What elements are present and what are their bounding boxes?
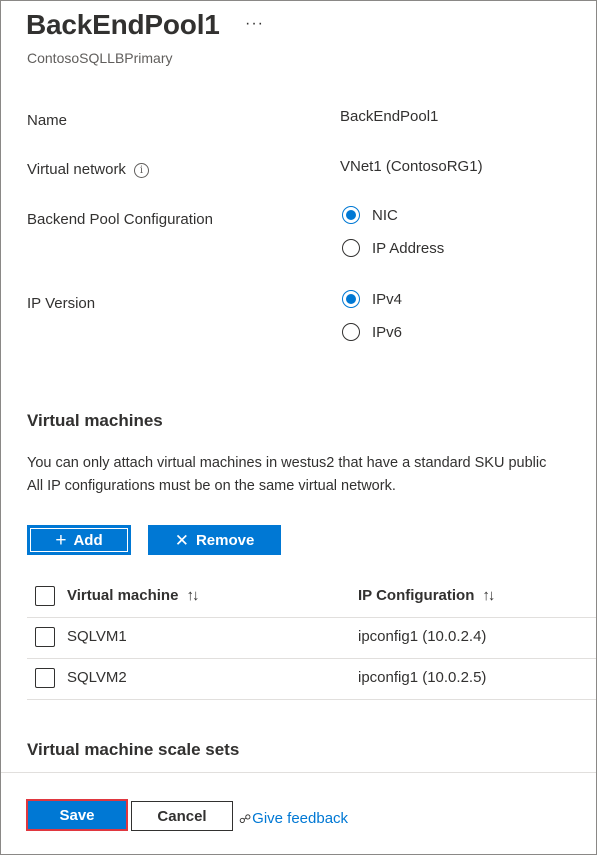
pool-config-label: Backend Pool Configuration [27,211,213,228]
radio-checked-icon [342,206,360,224]
column-header-label: IP Configuration [358,587,475,604]
remove-button-label: Remove [195,531,255,549]
radio-nic[interactable]: NIC [342,206,398,224]
row-checkbox[interactable] [35,627,55,647]
vm-name-cell: SQLVM2 [67,669,127,686]
description-line: All IP configurations must be on the sam… [27,478,396,494]
scale-sets-heading: Virtual machine scale sets [27,740,240,759]
column-header-label: Virtual machine [67,587,179,604]
page-title: BackEndPool1 [26,9,220,40]
cancel-button[interactable]: Cancel [131,801,233,831]
virtual-network-label-text: Virtual network [27,161,126,178]
vm-name-cell: SQLVM1 [67,628,127,645]
close-icon: ✕ [174,530,189,550]
virtual-machines-description: You can only attach virtual machines in … [27,452,596,498]
radio-ip-address[interactable]: IP Address [342,239,444,257]
sort-icon[interactable]: ↑↓ [482,587,495,604]
table-header-row: Virtual machine ↑↓ IP Configuration ↑↓ [27,577,596,618]
column-header-virtual-machine[interactable]: Virtual machine ↑↓ [67,587,199,604]
virtual-network-label: Virtual network i [27,161,149,178]
radio-unchecked-icon [342,323,360,341]
ip-version-label: IP Version [27,295,96,312]
footer-bar: Save Cancel ☍ Give feedback [1,772,596,854]
radio-ip-address-label: IP Address [372,239,445,257]
virtual-machines-heading: Virtual machines [27,411,163,430]
radio-nic-label: NIC [372,206,398,224]
name-label: Name [27,112,68,129]
table-row: SQLVM2 ipconfig1 (10.0.2.5) [27,659,596,700]
give-feedback-link[interactable]: ☍ Give feedback [239,810,348,827]
column-header-ip-configuration[interactable]: IP Configuration ↑↓ [358,587,495,604]
description-line: You can only attach virtual machines in … [27,455,547,471]
save-button[interactable]: Save [26,799,128,831]
radio-ipv4-label: IPv4 [372,290,403,308]
virtual-machines-table: Virtual machine ↑↓ IP Configuration ↑↓ SQL… [27,577,596,700]
page-subtitle: ContosoSQLLBPrimary [27,50,173,66]
radio-ipv6[interactable]: IPv6 [342,323,402,341]
give-feedback-label: Give feedback [252,810,349,827]
radio-checked-icon [342,290,360,308]
ip-config-cell: ipconfig1 (10.0.2.5) [358,669,487,686]
ip-config-cell: ipconfig1 (10.0.2.4) [358,628,487,645]
radio-ipv6-label: IPv6 [372,323,403,341]
info-icon[interactable]: i [133,163,149,178]
row-checkbox[interactable] [35,668,55,688]
virtual-network-value: VNet1 (ContosoRG1) [340,158,483,175]
sort-icon[interactable]: ↑↓ [186,587,199,604]
radio-unchecked-icon [342,239,360,257]
add-button[interactable]: + Add [27,525,131,555]
select-all-checkbox[interactable] [35,586,55,606]
feedback-icon: ☍ [239,811,252,826]
radio-ipv4[interactable]: IPv4 [342,290,402,308]
table-row: SQLVM1 ipconfig1 (10.0.2.4) [27,618,596,659]
backend-pool-panel: BackEndPool1 ··· ContosoSQLLBPrimary Nam… [0,0,597,855]
focus-outline [30,528,128,552]
name-value: BackEndPool1 [340,108,439,125]
more-options-button[interactable]: ··· [245,15,264,33]
remove-button[interactable]: ✕ Remove [148,525,281,555]
